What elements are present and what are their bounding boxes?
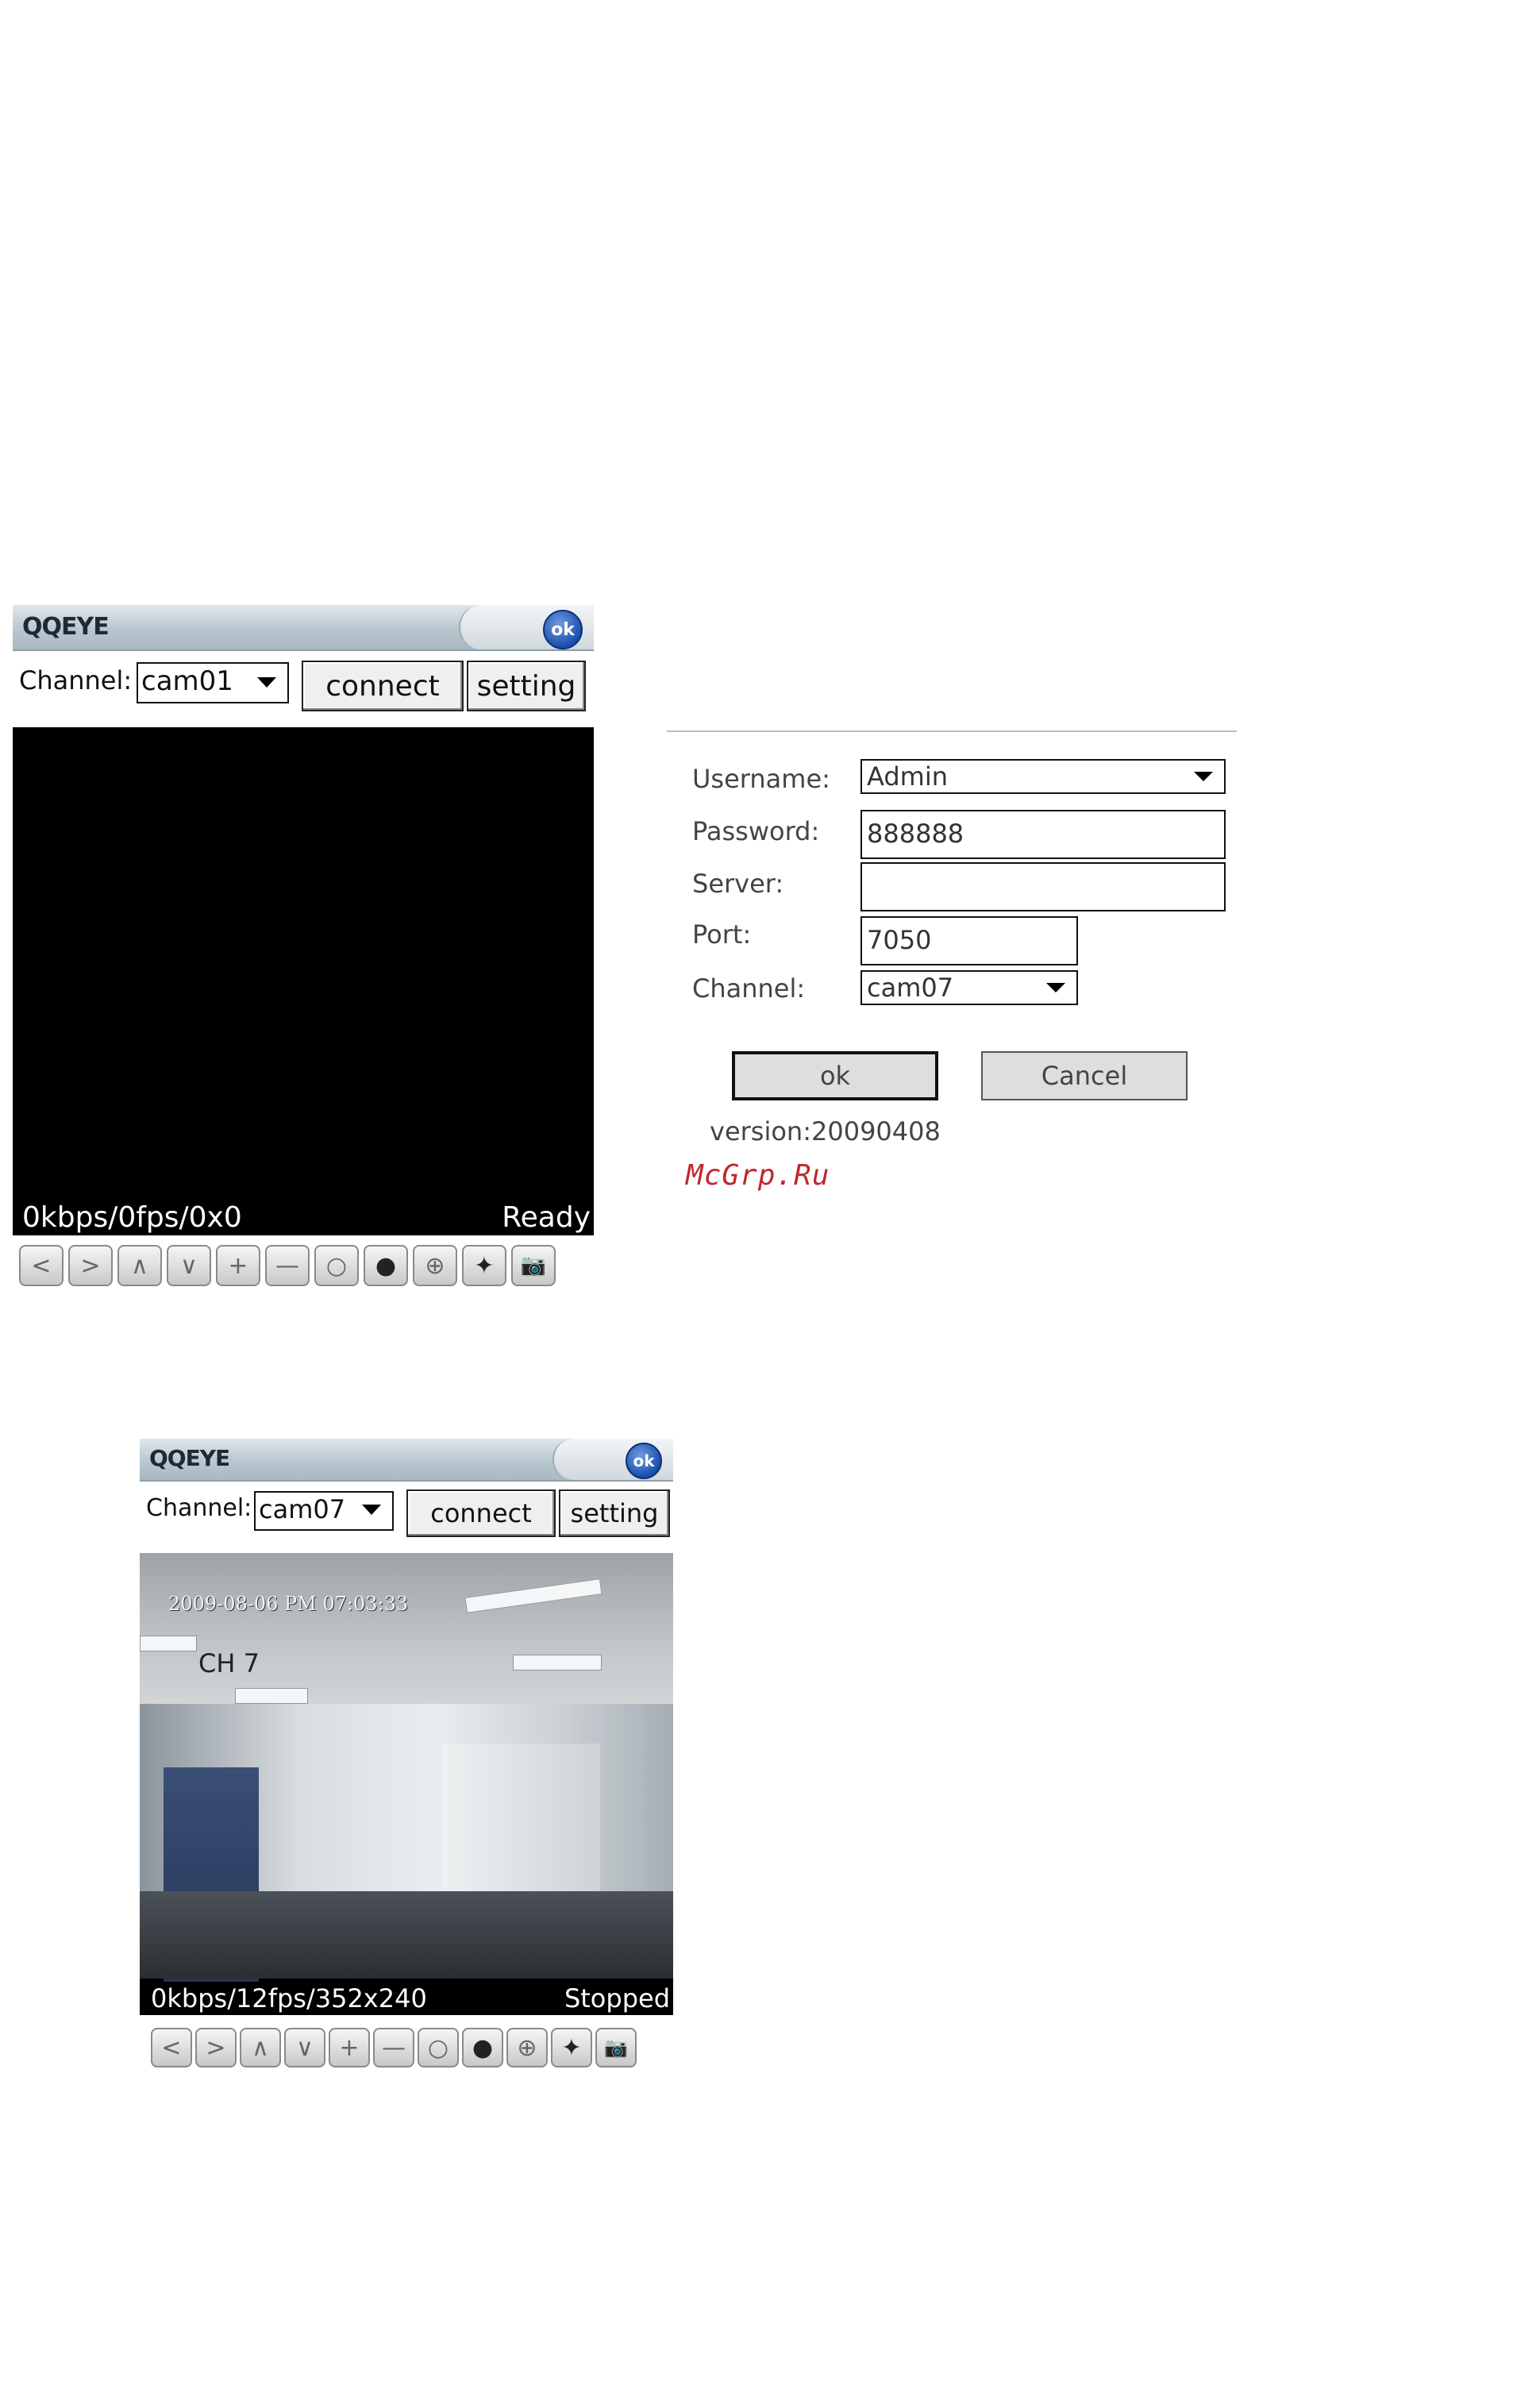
zoom-in-icon[interactable]: +	[329, 2028, 370, 2067]
left-arrow-icon[interactable]: <	[151, 2028, 192, 2067]
app-title: QQEYE	[149, 1445, 230, 1471]
setting-button[interactable]: setting	[559, 1489, 670, 1537]
right-arrow-icon[interactable]: >	[68, 1245, 113, 1286]
crosshair-icon[interactable]: ⊕	[506, 2028, 548, 2067]
record-icon[interactable]: ●	[364, 1245, 408, 1286]
connection-status: Ready	[502, 1201, 591, 1234]
connect-button[interactable]: connect	[302, 661, 464, 711]
server-label: Server:	[692, 869, 784, 899]
ok-button[interactable]: ok	[732, 1051, 938, 1100]
ok-icon[interactable]: ok	[626, 1443, 662, 1479]
crosshair-icon[interactable]: ⊕	[413, 1245, 457, 1286]
stream-stats: 0kbps/12fps/352x240	[151, 1983, 427, 2013]
chevron-down-icon	[1194, 772, 1213, 781]
camera-feed-image: 2009-08-06 PM 07:03:33 CH 7	[140, 1553, 673, 1982]
ceiling	[140, 1553, 673, 1720]
stream-stats: 0kbps/0fps/0x0	[22, 1201, 242, 1234]
chevron-down-icon	[362, 1505, 381, 1515]
camera-icon[interactable]: 📷	[595, 2028, 637, 2067]
channel-value: cam07	[867, 973, 954, 1003]
username-select[interactable]: Admin	[860, 759, 1226, 794]
record-icon[interactable]: ●	[462, 2028, 503, 2067]
ceiling-light	[235, 1688, 308, 1704]
zoom-in-icon[interactable]: +	[216, 1245, 260, 1286]
ptz-toolbar: < > ∧ ∨ + — ○ ● ⊕ ✦ 📷	[19, 1245, 556, 1286]
diamond-icon[interactable]: ✦	[462, 1245, 506, 1286]
connection-status: Stopped	[564, 1983, 670, 2013]
video-area: 0kbps/0fps/0x0 Ready	[13, 727, 594, 1235]
left-arrow-icon[interactable]: <	[19, 1245, 64, 1286]
channel-select[interactable]: cam07	[254, 1491, 394, 1531]
floor	[140, 1891, 673, 1979]
ceiling-light	[513, 1655, 602, 1670]
channel-select-value: cam07	[259, 1494, 346, 1524]
title-bar: QQEYE ok	[140, 1439, 673, 1482]
cancel-button[interactable]: Cancel	[981, 1051, 1188, 1100]
channel-select[interactable]: cam07	[860, 970, 1078, 1005]
port-input[interactable]: 7050	[860, 916, 1078, 965]
zoom-out-icon[interactable]: —	[265, 1245, 310, 1286]
ceiling-light	[140, 1636, 197, 1651]
down-arrow-icon[interactable]: ∨	[167, 1245, 211, 1286]
camera-icon[interactable]: 📷	[511, 1245, 556, 1286]
password-label: Password:	[692, 816, 820, 846]
title-bar: QQEYE ok	[13, 605, 594, 651]
channel-label: Channel:	[146, 1494, 252, 1522]
chevron-down-icon	[1046, 983, 1065, 992]
username-label: Username:	[692, 764, 830, 794]
zoom-out-icon[interactable]: —	[373, 2028, 414, 2067]
port-label: Port:	[692, 919, 752, 950]
version-text: version:20090408	[710, 1116, 941, 1146]
channel-row: Channel: cam07 connect setting	[140, 1488, 673, 1540]
ok-icon[interactable]: ok	[543, 610, 583, 649]
down-arrow-icon[interactable]: ∨	[284, 2028, 325, 2067]
ptz-toolbar: < > ∧ ∨ + — ○ ● ⊕ ✦ 📷	[151, 2028, 637, 2067]
circle-icon[interactable]: ○	[418, 2028, 459, 2067]
connect-button[interactable]: connect	[406, 1489, 556, 1537]
watermark-text: McGrp.Ru	[686, 1159, 830, 1192]
app-title: QQEYE	[22, 613, 110, 641]
up-arrow-icon[interactable]: ∧	[240, 2028, 281, 2067]
channel-label: Channel:	[692, 973, 806, 1004]
setting-button[interactable]: setting	[467, 661, 586, 711]
server-input[interactable]	[860, 862, 1226, 911]
settings-panel: Username: Admin Password: 888888 Server:…	[667, 730, 1238, 1223]
app-window-2: QQEYE ok Channel: cam07 connect setting	[140, 1439, 673, 2090]
osd-channel: CH 7	[198, 1648, 260, 1678]
channel-select-value: cam01	[141, 665, 233, 697]
right-arrow-icon[interactable]: >	[195, 2028, 237, 2067]
app-window-1: QQEYE ok Channel: cam01 connect setting …	[13, 605, 594, 1310]
channel-label: Channel:	[19, 665, 133, 696]
osd-timestamp: 2009-08-06 PM 07:03:33	[168, 1593, 409, 1615]
circle-icon[interactable]: ○	[314, 1245, 359, 1286]
password-input[interactable]: 888888	[860, 810, 1226, 859]
username-value: Admin	[867, 761, 948, 792]
channel-row: Channel: cam01 connect setting	[13, 659, 594, 715]
video-area: 2009-08-06 PM 07:03:33 CH 7 0kbps/12fps/…	[140, 1553, 673, 2015]
up-arrow-icon[interactable]: ∧	[117, 1245, 162, 1286]
chevron-down-icon	[257, 677, 276, 688]
diamond-icon[interactable]: ✦	[551, 2028, 592, 2067]
divider	[667, 730, 1237, 732]
channel-select[interactable]: cam01	[137, 662, 289, 703]
